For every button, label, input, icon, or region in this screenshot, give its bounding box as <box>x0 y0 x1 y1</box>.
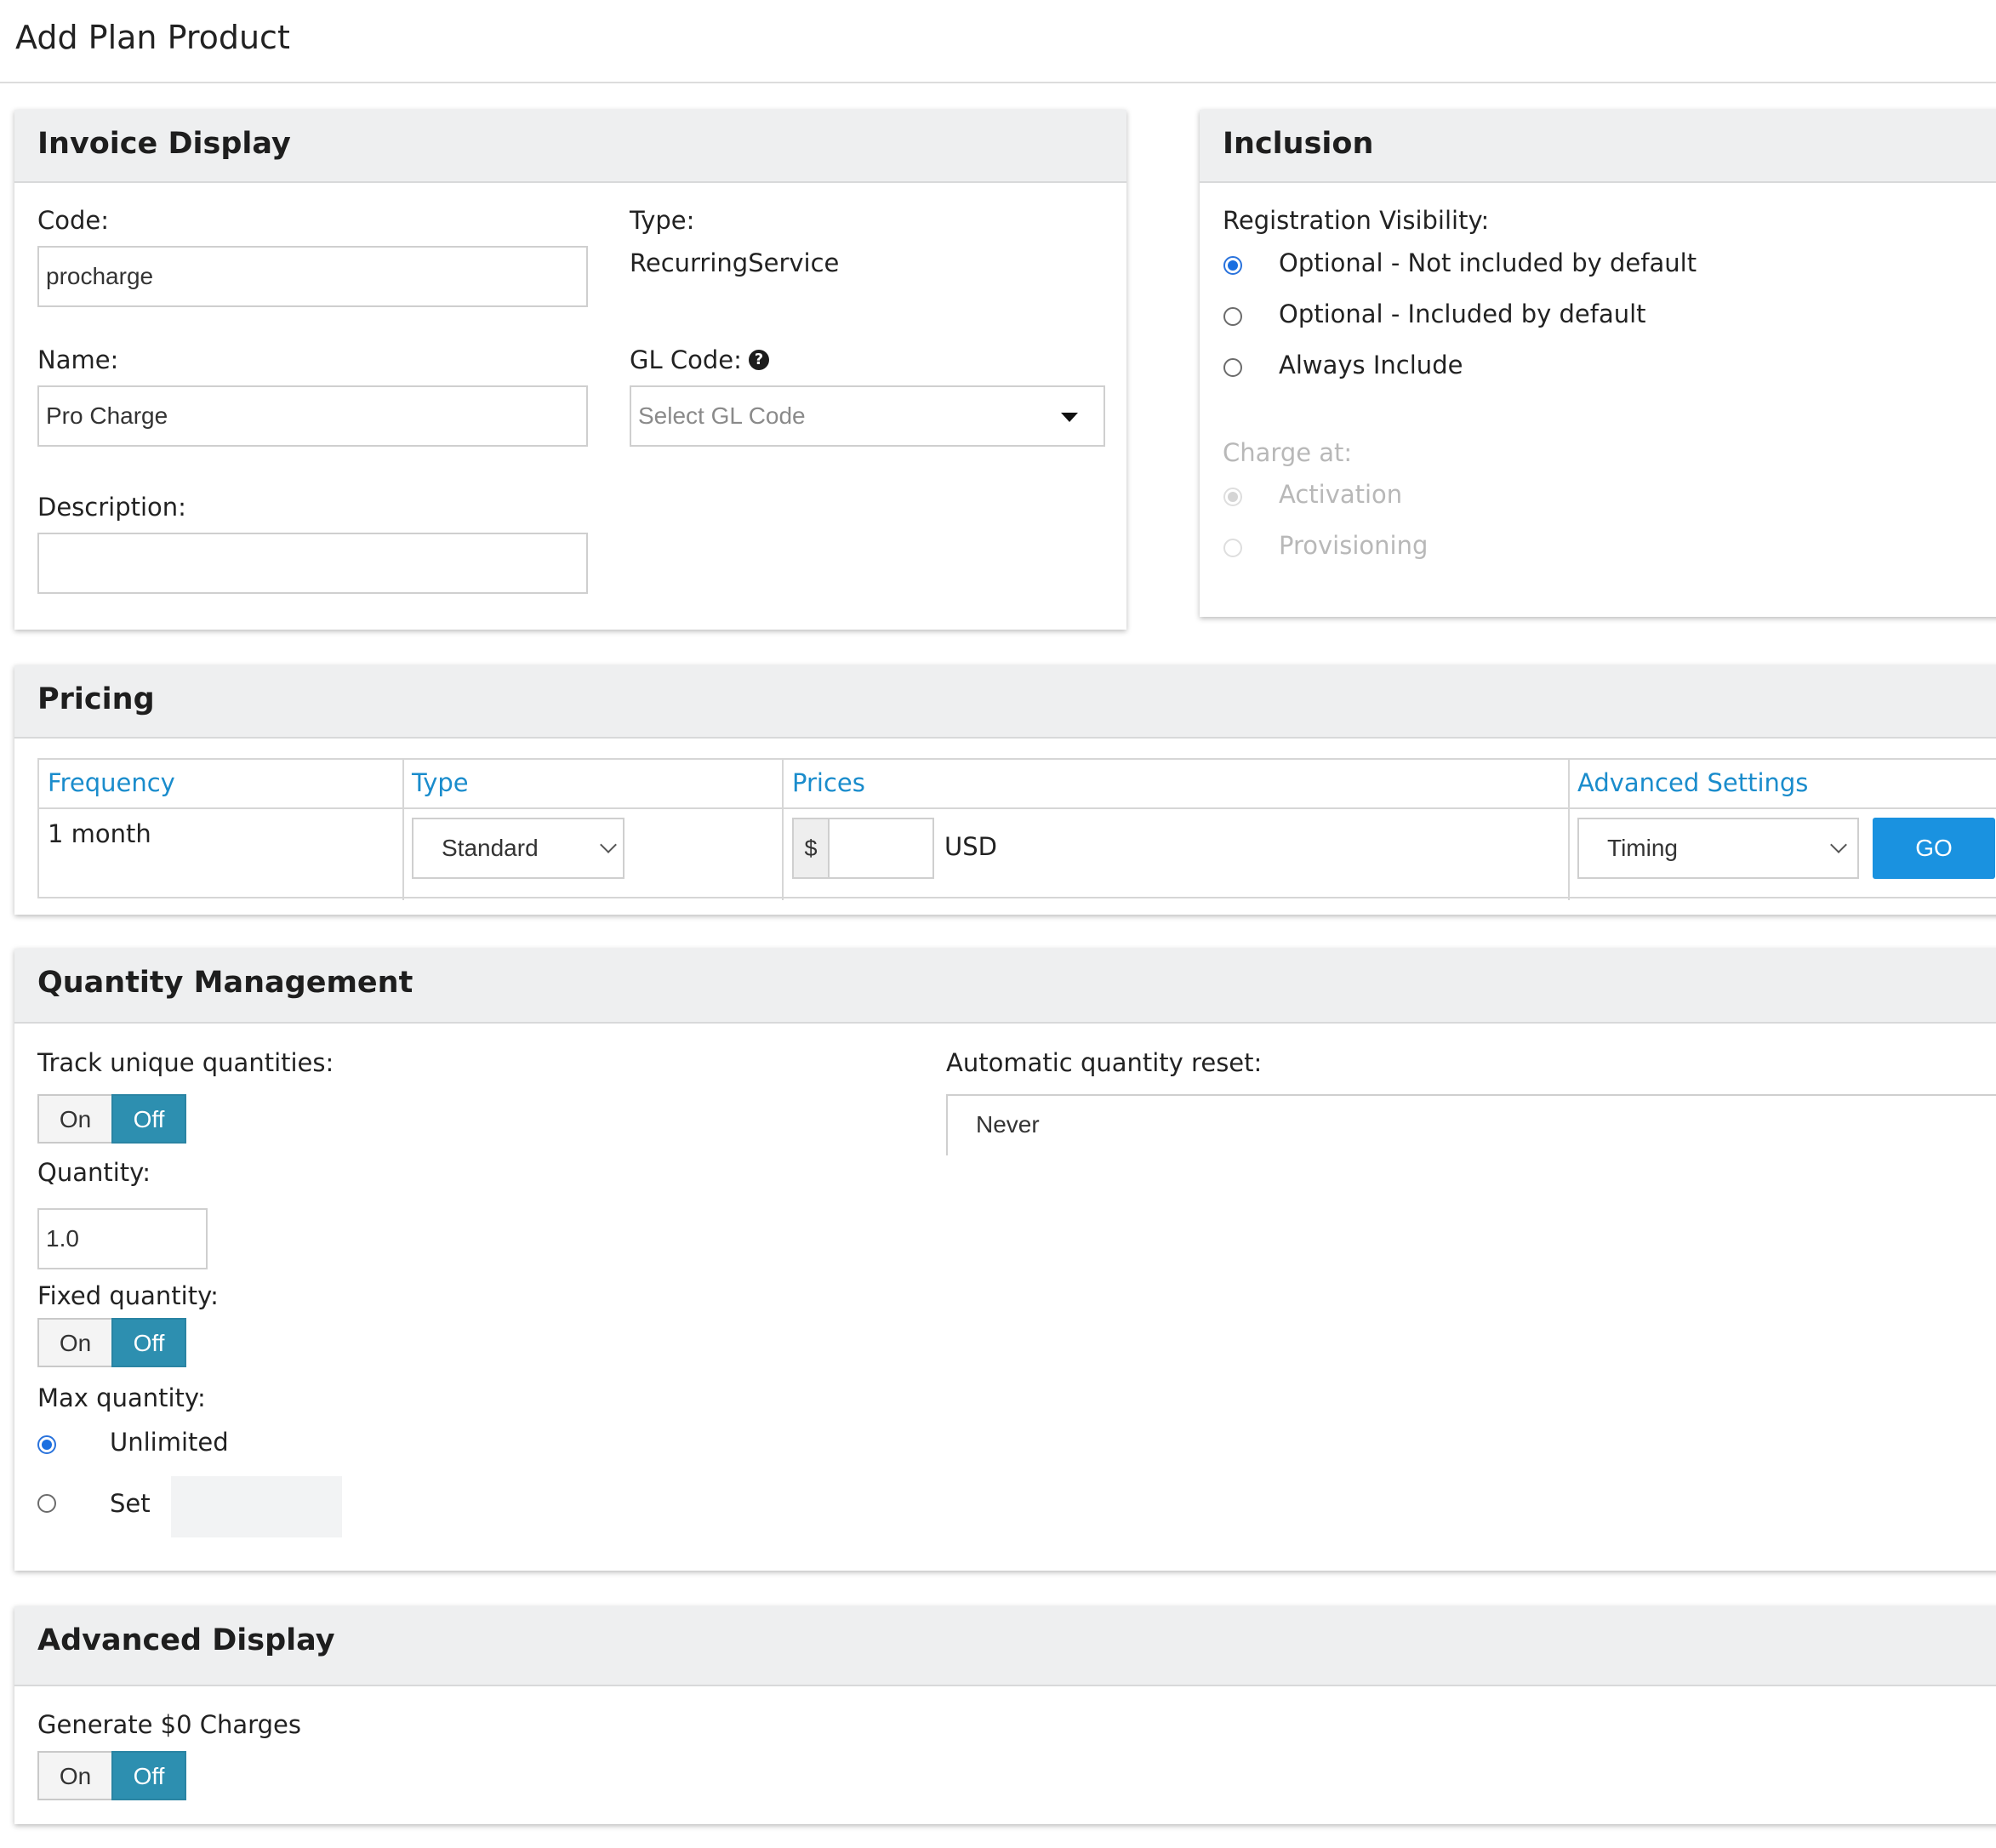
gl-code-placeholder: Select GL Code <box>638 402 806 429</box>
toggle-off-option[interactable]: Off <box>111 1094 186 1144</box>
invoice-display-heading: Invoice Display <box>37 127 291 161</box>
chevron-down-icon <box>1830 836 1847 853</box>
currency-label: USD <box>944 832 997 861</box>
title-divider <box>0 82 1996 83</box>
column-divider <box>1568 760 1570 900</box>
quantity-label: Quantity: <box>37 1158 151 1187</box>
radio-max-set[interactable] <box>37 1494 56 1513</box>
advanced-display-heading: Advanced Display <box>37 1623 335 1657</box>
radio-optional-not-included[interactable] <box>1223 256 1242 275</box>
caret-down-icon <box>1061 413 1078 422</box>
max-set-label: Set <box>110 1489 151 1518</box>
description-input[interactable] <box>37 533 588 594</box>
toggle-on-option[interactable]: On <box>37 1751 111 1800</box>
currency-symbol-addon: $ <box>792 818 828 879</box>
type-value: RecurringService <box>630 248 840 277</box>
toggle-on-option[interactable]: On <box>37 1318 111 1367</box>
invoice-display-header: Invoice Display <box>14 110 1126 183</box>
inclusion-panel: Inclusion Registration Visibility: Optio… <box>1200 110 1996 617</box>
quantity-management-header: Quantity Management <box>14 949 1996 1024</box>
option-included-label: Optional - Included by default <box>1279 299 1646 328</box>
provisioning-label: Provisioning <box>1279 531 1429 560</box>
inclusion-header: Inclusion <box>1200 110 1996 183</box>
price-input[interactable] <box>828 818 934 879</box>
toggle-on-option[interactable]: On <box>37 1094 111 1144</box>
generate-zero-charges-label: Generate $0 Charges <box>37 1710 301 1739</box>
max-set-input <box>171 1476 342 1537</box>
column-divider <box>782 760 784 900</box>
quantity-management-panel: Quantity Management Track unique quantit… <box>14 949 1996 1571</box>
option-not-included-label: Optional - Not included by default <box>1279 248 1697 277</box>
radio-always-include[interactable] <box>1223 358 1242 377</box>
go-button[interactable]: GO <box>1873 818 1995 879</box>
price-type-value: Standard <box>442 835 539 861</box>
gl-code-select[interactable]: Select GL Code <box>630 385 1105 447</box>
frequency-value: 1 month <box>48 819 151 848</box>
radio-optional-included[interactable] <box>1223 307 1242 326</box>
auto-reset-select[interactable]: Never <box>946 1094 1996 1155</box>
max-unlimited-label: Unlimited <box>110 1428 229 1457</box>
advanced-settings-select[interactable]: Timing <box>1577 818 1859 879</box>
track-unique-label: Track unique quantities: <box>37 1048 334 1077</box>
page-title: Add Plan Product <box>15 19 290 56</box>
name-label: Name: <box>37 345 119 374</box>
pricing-panel: Pricing Frequency Type Prices Advanced S… <box>14 665 1996 915</box>
inclusion-heading: Inclusion <box>1223 127 1374 161</box>
quantity-input[interactable] <box>37 1208 208 1269</box>
column-divider <box>402 760 404 900</box>
chevron-down-icon <box>600 836 617 853</box>
description-label: Description: <box>37 493 186 522</box>
quantity-management-heading: Quantity Management <box>37 966 413 1000</box>
auto-reset-label: Automatic quantity reset: <box>946 1048 1263 1077</box>
generate-zero-charges-toggle[interactable]: On Off <box>37 1751 186 1800</box>
type-label: Type: <box>630 206 695 235</box>
name-input[interactable] <box>37 385 588 447</box>
registration-visibility-label: Registration Visibility: <box>1223 206 1490 235</box>
radio-activation <box>1223 488 1242 506</box>
option-always-include-label: Always Include <box>1279 351 1463 379</box>
gl-code-label: GL Code: <box>630 345 742 374</box>
fixed-quantity-label: Fixed quantity: <box>37 1281 219 1310</box>
pricing-heading: Pricing <box>37 682 155 716</box>
track-unique-toggle[interactable]: On Off <box>37 1094 186 1144</box>
advanced-display-panel: Advanced Display Generate $0 Charges On … <box>14 1606 1996 1824</box>
max-quantity-label: Max quantity: <box>37 1383 206 1412</box>
invoice-display-panel: Invoice Display Code: Type: RecurringSer… <box>14 110 1126 630</box>
code-input[interactable] <box>37 246 588 307</box>
activation-label: Activation <box>1279 480 1403 509</box>
code-label: Code: <box>37 206 110 235</box>
radio-provisioning <box>1223 539 1242 557</box>
column-header-advanced-settings[interactable]: Advanced Settings <box>1577 768 1808 797</box>
column-header-frequency[interactable]: Frequency <box>48 768 175 797</box>
toggle-off-option[interactable]: Off <box>111 1318 186 1367</box>
column-header-prices[interactable]: Prices <box>792 768 865 797</box>
question-circle-icon[interactable]: ? <box>749 350 769 370</box>
auto-reset-value: Never <box>976 1111 1040 1138</box>
pricing-table: Frequency Type Prices Advanced Settings … <box>37 758 1996 900</box>
table-header-rule <box>39 807 1996 809</box>
pricing-header: Pricing <box>14 665 1996 739</box>
charge-at-label: Charge at: <box>1223 438 1353 467</box>
fixed-quantity-toggle[interactable]: On Off <box>37 1318 186 1367</box>
column-header-type[interactable]: Type <box>412 768 469 797</box>
toggle-off-option[interactable]: Off <box>111 1751 186 1800</box>
advanced-display-header: Advanced Display <box>14 1606 1996 1686</box>
advanced-settings-value: Timing <box>1607 835 1678 861</box>
price-type-select[interactable]: Standard <box>412 818 624 879</box>
radio-max-unlimited[interactable] <box>37 1435 56 1454</box>
